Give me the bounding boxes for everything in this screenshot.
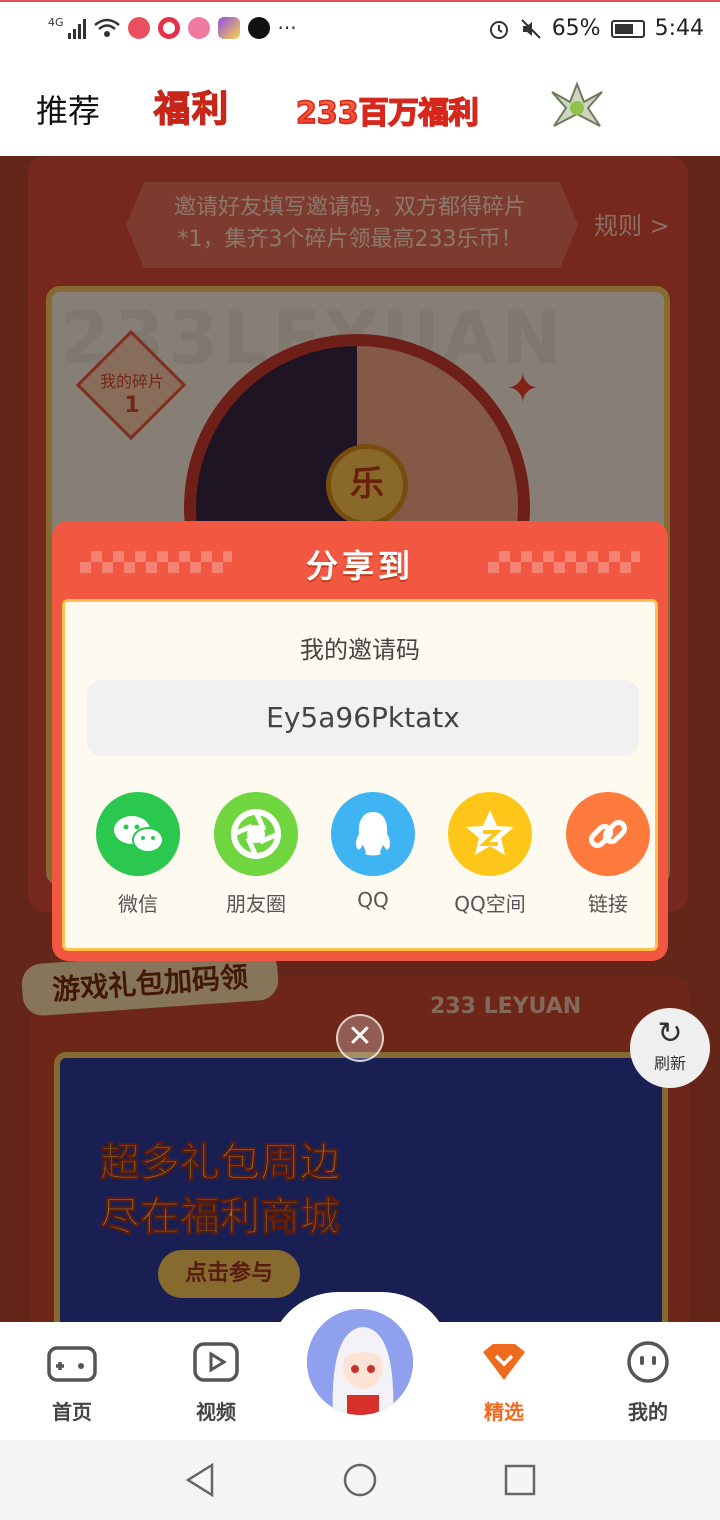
wifi-icon [93, 18, 120, 37]
mute-icon [520, 18, 541, 39]
top-tab-bar: 推荐 福利 233百万福利 [0, 58, 720, 156]
share-modal-title: 分享到 [305, 547, 414, 585]
status-left-icons: 4G ··· [48, 16, 297, 40]
nav-home[interactable]: 首页 [22, 1340, 122, 1425]
share-link-button[interactable]: 链接 [553, 792, 663, 917]
share-options: 微信 朋友圈 QQ QQ空间 链接 [65, 792, 655, 922]
recents-icon[interactable] [504, 1464, 536, 1496]
app-notification-icon [217, 17, 240, 39]
firefly-assault-logo-icon [551, 81, 603, 127]
home-icon[interactable] [342, 1462, 378, 1498]
tab-firefly-assault[interactable] [522, 80, 632, 132]
mascot-avatar[interactable] [304, 1306, 416, 1418]
share-modal: 分享到 我的邀请码 Ey5a96Pktatx 微信 朋友圈 QQ QQ空间 链接 [52, 521, 668, 961]
refresh-button[interactable]: ↻ 刷新 [630, 1008, 710, 1088]
video-icon [193, 1342, 239, 1382]
app-notification-icon [127, 17, 150, 39]
app-notification-icon [187, 17, 210, 39]
system-navigation-bar [0, 1440, 720, 1520]
close-modal-button[interactable]: ✕ [336, 1014, 384, 1062]
battery-percent: 65% [551, 16, 601, 41]
tiktok-icon [247, 17, 270, 39]
share-qzone-button[interactable]: QQ空间 [435, 792, 545, 917]
share-qq-button[interactable]: QQ [318, 792, 428, 912]
tab-recommend[interactable]: 推荐 [36, 86, 100, 132]
wechat-icon [96, 792, 180, 876]
nav-video[interactable]: 视频 [166, 1340, 266, 1425]
selection-icon [483, 1344, 525, 1380]
invite-code-field[interactable]: Ey5a96Pktatx [87, 680, 639, 756]
profile-face-icon [627, 1341, 669, 1383]
status-right-icons: 65% 5:44 [488, 16, 704, 41]
nav-selection[interactable]: 精选 [454, 1340, 554, 1425]
moments-icon [214, 792, 298, 876]
refresh-icon: ↻ [657, 1016, 683, 1051]
share-moments-button[interactable]: 朋友圈 [201, 792, 311, 917]
qzone-icon [448, 792, 532, 876]
clock: 5:44 [654, 16, 704, 41]
more-notifications-icon: ··· [277, 16, 297, 40]
share-wechat-button[interactable]: 微信 [83, 792, 193, 917]
invite-code-label: 我的邀请码 [300, 636, 420, 664]
nav-mine[interactable]: 我的 [598, 1340, 698, 1425]
qq-icon [331, 792, 415, 876]
share-modal-body: 我的邀请码 Ey5a96Pktatx 微信 朋友圈 QQ QQ空间 链接 [62, 599, 658, 951]
tab-welfare[interactable]: 福利 [153, 80, 230, 132]
app-notification-icon [157, 17, 180, 39]
gamepad-icon [47, 1346, 97, 1382]
back-icon[interactable] [184, 1462, 216, 1498]
status-bar: 4G ··· 65% 5:44 [0, 0, 720, 58]
link-icon [566, 792, 650, 876]
signal-icon [67, 17, 86, 39]
alarm-icon [489, 20, 508, 39]
refresh-label: 刷新 [653, 1054, 686, 1073]
tab-233-million-welfare[interactable]: 233百万福利 [295, 88, 479, 132]
battery-icon [610, 19, 645, 38]
network-type: 4G [48, 16, 64, 29]
